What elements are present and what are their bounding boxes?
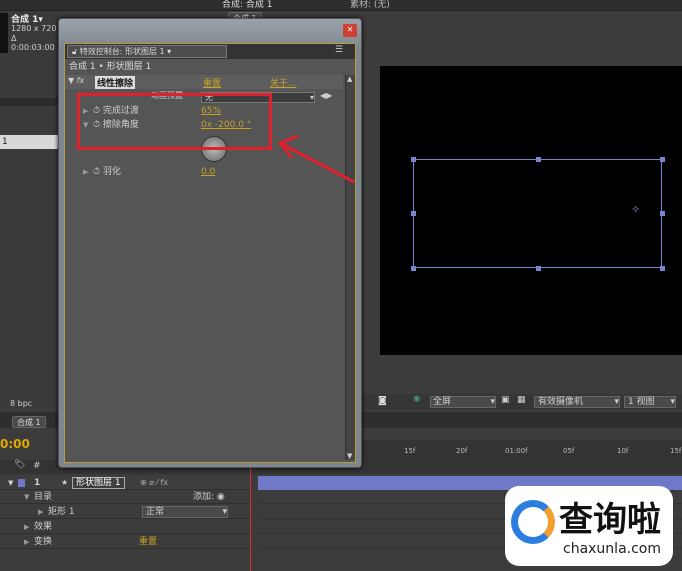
- project-item[interactable]: 1: [0, 135, 58, 149]
- handle[interactable]: [660, 157, 665, 162]
- anchor-point-icon[interactable]: ✧: [631, 203, 640, 216]
- transparency-grid-icon[interactable]: ▦: [517, 395, 526, 405]
- feather-value[interactable]: 0.0: [201, 165, 215, 179]
- handle[interactable]: [536, 157, 541, 162]
- stopwatch-icon[interactable]: ⏱: [93, 167, 100, 177]
- viewer-toolbar: ◙ ❋ 全屏 ▾ ▣ ▦ 有效摄像机 ▾ 1 视图 ▾: [362, 394, 682, 410]
- breadcrumb: 合成 1 • 形状图层 1: [69, 62, 152, 72]
- star-icon: ★: [61, 478, 69, 487]
- timeline-row[interactable]: ▶ 变换 重置: [0, 535, 250, 549]
- transform-reset-link[interactable]: 重置: [139, 535, 157, 549]
- handle[interactable]: [660, 266, 665, 271]
- blend-mode-select[interactable]: 正常 ▾: [142, 506, 228, 518]
- handle[interactable]: [411, 266, 416, 271]
- timeline-row[interactable]: ▼ 目录 添加: ◉: [0, 490, 250, 504]
- panel-menu-icon[interactable]: ☰: [335, 45, 343, 55]
- snapshot-icon[interactable]: ◙: [378, 396, 387, 406]
- camera-select[interactable]: 有效摄像机 ▾: [534, 396, 620, 408]
- project-duration: Δ 0:00:03:00: [11, 34, 55, 52]
- row-label: 效果: [34, 522, 53, 532]
- layer-row[interactable]: ▼ 1 ★ 形状图层 1 ⊕ ⌀ ⁄ fx: [0, 476, 250, 490]
- top-panel-bar: [0, 0, 682, 11]
- ruler-tick: 15f: [670, 447, 682, 455]
- timeline-tab[interactable]: 合成 1: [12, 416, 46, 428]
- resolution-select[interactable]: 全屏 ▾: [430, 396, 496, 408]
- ruler-tick: 05f: [563, 447, 575, 455]
- panel-tabbar: 🔓︎ 特效控制台: 形状图层 1 ▾ ☰: [65, 44, 355, 59]
- lock-icon[interactable]: 🔓︎: [72, 47, 77, 56]
- footage-tab[interactable]: 素材: (无): [350, 0, 390, 11]
- region-icon[interactable]: ▣: [501, 395, 510, 405]
- handle[interactable]: [411, 211, 416, 216]
- camera-value: 有效摄像机: [538, 397, 584, 407]
- highlight-box: [77, 93, 272, 150]
- fx-icon[interactable]: fx: [77, 76, 85, 85]
- blend-mode-value: 正常: [146, 507, 165, 517]
- effect-header[interactable]: ▼ fx 线性擦除 重置 关于...: [65, 75, 343, 89]
- views-value: 1 视图: [628, 397, 655, 407]
- row-label: 目录: [34, 492, 53, 502]
- ruler-tick: 20f: [456, 447, 468, 455]
- ruler-tick: 01:00f: [505, 447, 528, 455]
- preset-prev-next[interactable]: ◀▶: [320, 91, 332, 100]
- thumbnail: [0, 13, 8, 53]
- views-select[interactable]: 1 视图 ▾: [624, 396, 676, 408]
- project-resolution: 1280 x 720: [11, 24, 57, 33]
- annotation-arrow: [277, 134, 355, 184]
- playhead[interactable]: [250, 468, 251, 571]
- timeline-row[interactable]: ▶ 矩形 1 正常 ▾: [0, 505, 250, 519]
- label-icon[interactable]: 🏷: [14, 460, 25, 470]
- comp-viewer-tab[interactable]: 合成: 合成 1: [222, 0, 272, 11]
- handle[interactable]: [411, 157, 416, 162]
- project-panel: 合成 1▾ 1280 x 720 Δ 0:00:03:00 1 8 bpc: [0, 11, 58, 408]
- handle[interactable]: [660, 211, 665, 216]
- timeline-row[interactable]: ▶ 效果: [0, 520, 250, 534]
- layer-name[interactable]: 形状图层 1: [72, 477, 125, 489]
- color-channel-icon[interactable]: ❋: [413, 395, 421, 405]
- layer-number: 1: [34, 478, 41, 488]
- composition-canvas[interactable]: ✧: [380, 66, 682, 355]
- effect-name: 线性擦除: [95, 76, 136, 89]
- timecode[interactable]: 0:00: [0, 437, 30, 451]
- prop-label: 羽化: [102, 167, 121, 177]
- resolution-value: 全屏: [433, 397, 452, 407]
- switches-icon[interactable]: ⊕ ⌀ ⁄ fx: [140, 476, 168, 490]
- row-label: 矩形 1: [48, 507, 75, 517]
- watermark: 查询啦 chaxunla.com: [505, 486, 673, 566]
- close-button[interactable]: ✕: [343, 24, 357, 37]
- shape-rectangle[interactable]: [413, 159, 662, 268]
- ruler-tick: 15f: [404, 447, 416, 455]
- ruler-tick: 10f: [617, 447, 629, 455]
- bpc-label[interactable]: 8 bpc: [10, 399, 32, 408]
- handle[interactable]: [536, 266, 541, 271]
- effects-window: ✕ 🔓︎ 特效控制台: 形状图层 1 ▾ ☰ 合成 1 • 形状图层 1 ▼ f…: [58, 18, 362, 468]
- add-button[interactable]: 添加:: [193, 492, 214, 502]
- prop-feather[interactable]: ▶ ⏱ 羽化: [83, 165, 121, 179]
- reset-link[interactable]: 重置: [203, 76, 221, 89]
- watermark-text: 查询啦: [559, 500, 661, 540]
- label-color[interactable]: [18, 479, 25, 487]
- about-link[interactable]: 关于...: [270, 76, 297, 89]
- effects-panel-tab[interactable]: 🔓︎ 特效控制台: 形状图层 1 ▾: [67, 45, 227, 58]
- watermark-logo-icon: [511, 500, 555, 544]
- tab-title: 特效控制台: 形状图层 1: [79, 47, 165, 56]
- row-label: 变换: [34, 537, 53, 547]
- watermark-url: chaxunla.com: [563, 541, 661, 557]
